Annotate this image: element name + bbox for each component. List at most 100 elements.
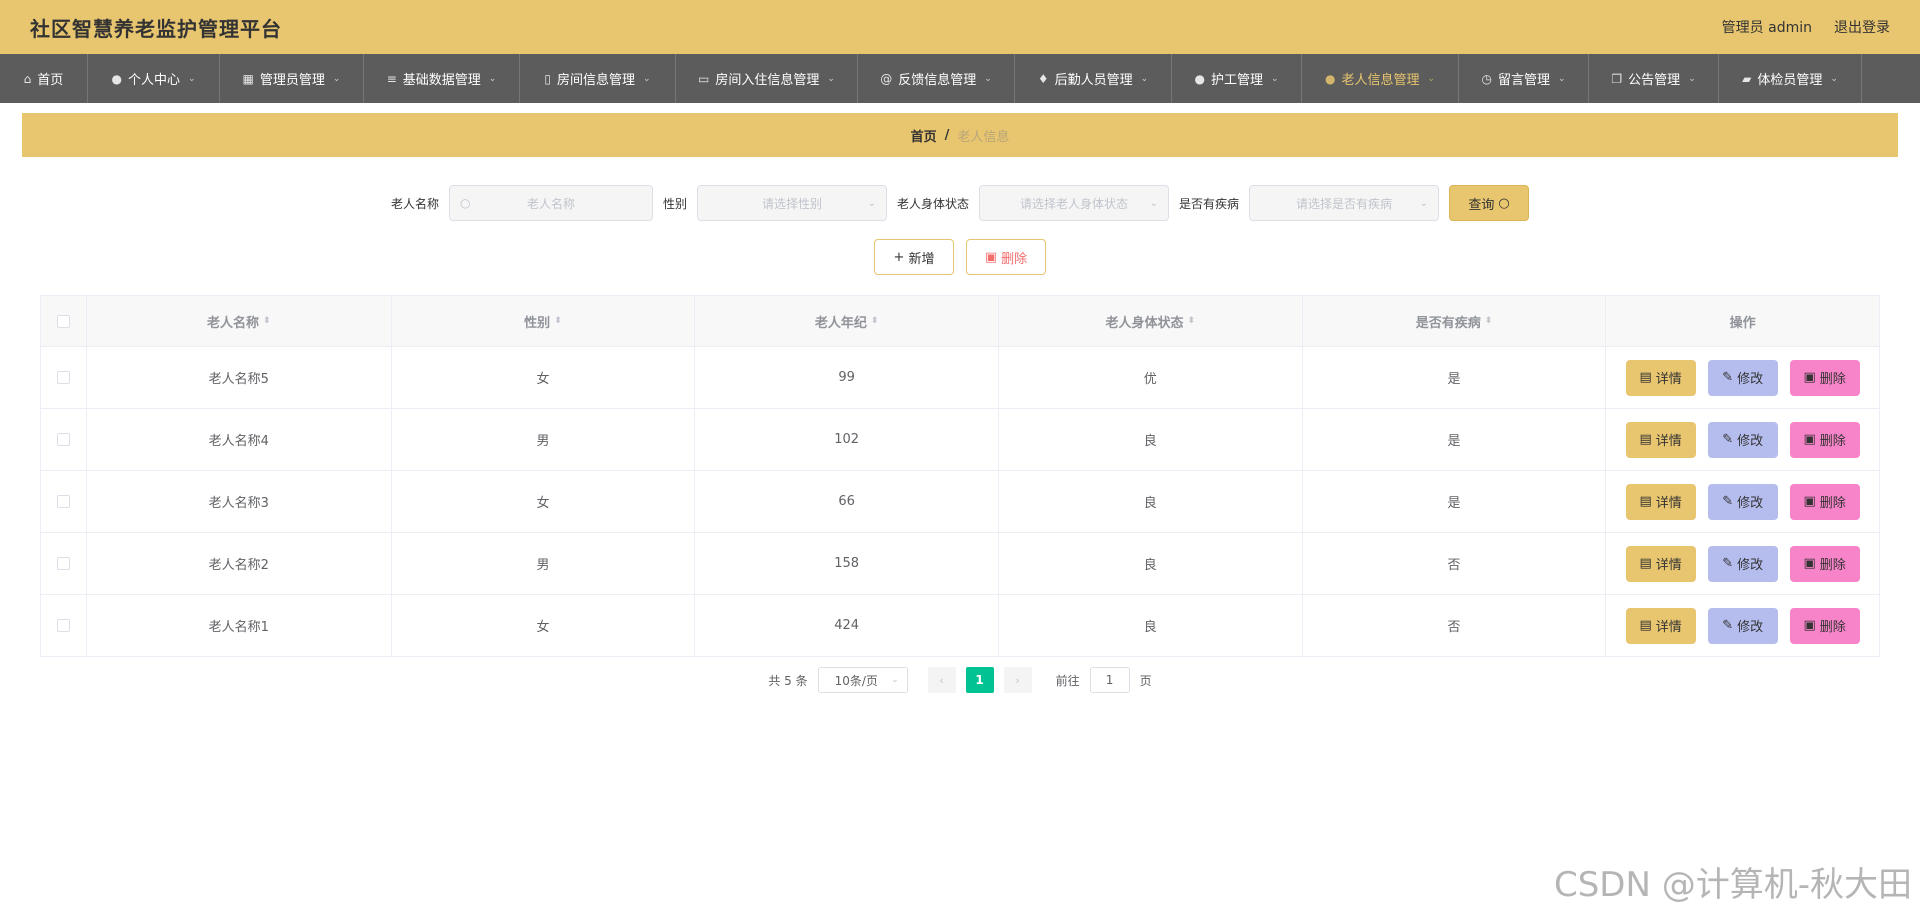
goto-label: 前往: [1055, 673, 1080, 688]
detail-button[interactable]: ▤ 详情: [1625, 483, 1696, 520]
detail-button[interactable]: ▤ 详情: [1625, 421, 1696, 458]
cell-gender: 女: [392, 471, 696, 532]
disease-select[interactable]: 请选择是否有疾病 ⌄: [1249, 185, 1440, 221]
search-icon: ○: [1498, 195, 1510, 211]
add-button[interactable]: + 新增: [874, 239, 954, 275]
delete-button[interactable]: ▣ 删除: [1789, 359, 1860, 396]
search-icon: ○: [459, 196, 471, 210]
detail-button[interactable]: ▤ 详情: [1625, 359, 1696, 396]
nav-item-logistics[interactable]: ♦ 后勤人员管理 ⌄: [1015, 54, 1172, 103]
row-checkbox[interactable]: [56, 557, 70, 570]
select-all-checkbox[interactable]: [56, 314, 70, 328]
nav-label: 公告管理: [1628, 73, 1681, 88]
edit-button[interactable]: ✎ 修改: [1707, 359, 1778, 396]
edit-label: 修改: [1737, 372, 1764, 387]
name-placeholder: 老人名称: [526, 196, 575, 211]
delete-button[interactable]: ▣ 删除: [1789, 545, 1860, 582]
edit-label: 修改: [1737, 558, 1764, 573]
sort-icon: ⬍: [1484, 315, 1493, 326]
page-suffix: 页: [1139, 673, 1152, 688]
logout-link[interactable]: 退出登录: [1834, 17, 1890, 37]
main-nav: ⌂ 首页 ● 个人中心 ⌄ ▦ 管理员管理 ⌄ ≡ 基础数据管理 ⌄ ▯ 房间信…: [0, 54, 1920, 103]
row-checkbox[interactable]: [56, 371, 70, 384]
detail-button[interactable]: ▤ 详情: [1625, 607, 1696, 644]
nav-item-admin[interactable]: ▦ 管理员管理 ⌄: [220, 54, 364, 103]
nav-item-elder-info[interactable]: ● 老人信息管理 ⌄: [1302, 54, 1459, 103]
col-name[interactable]: 老人名称 ⬍: [87, 296, 392, 346]
cell-disease: 是: [1303, 347, 1607, 408]
cell-gender: 男: [392, 533, 696, 594]
nav-item-room-checkin[interactable]: ▭ 房间入住信息管理 ⌄: [676, 54, 858, 103]
row-checkbox-cell: [41, 347, 87, 408]
detail-label: 详情: [1655, 434, 1682, 449]
pagination: 共 5 条 10条/页 ⌄ ‹ 1 › 前往 1 页: [22, 666, 1898, 694]
goto-page-input[interactable]: 1: [1089, 667, 1130, 693]
nav-label: 护工管理: [1210, 73, 1263, 88]
col-actions: 操作: [1606, 296, 1879, 346]
batch-delete-button[interactable]: ▣ 删除: [966, 239, 1046, 275]
prev-page-button[interactable]: ‹: [927, 667, 956, 693]
edit-button[interactable]: ✎ 修改: [1707, 607, 1778, 644]
top-header: 社区智慧养老监护管理平台 管理员 admin 退出登录: [0, 0, 1920, 54]
delete-button[interactable]: ▣ 删除: [1789, 421, 1860, 458]
add-label: 新增: [908, 251, 935, 267]
document-icon: ▤: [1639, 432, 1652, 447]
nav-label: 房间信息管理: [557, 73, 636, 88]
cell-health: 良: [999, 471, 1303, 532]
disease-placeholder: 请选择是否有疾病: [1296, 196, 1393, 211]
name-search-input[interactable]: ○ 老人名称: [448, 185, 653, 221]
copy-icon: ❐: [1611, 71, 1623, 86]
nav-item-profile[interactable]: ● 个人中心 ⌄: [88, 54, 220, 103]
sort-icon: ⬍: [554, 315, 562, 326]
cell-health: 良: [999, 533, 1303, 594]
nav-item-feedback[interactable]: @ 反馈信息管理 ⌄: [858, 54, 1015, 103]
health-select[interactable]: 请选择老人身体状态 ⌄: [979, 185, 1170, 221]
nav-label: 基础数据管理: [402, 73, 481, 88]
col-disease[interactable]: 是否有疾病 ⬍: [1303, 296, 1607, 346]
elder-table: 老人名称 ⬍ 性别 ⬍ 老人年纪 ⬍ 老人身体状态 ⬍ 是否有疾病 ⬍ 操作 老人名称5 …: [40, 295, 1880, 657]
document-icon: ▤: [1639, 370, 1652, 385]
col-health[interactable]: 老人身体状态 ⬍: [999, 296, 1303, 346]
row-checkbox[interactable]: [56, 495, 70, 508]
next-page-button[interactable]: ›: [1003, 667, 1032, 693]
edit-button[interactable]: ✎ 修改: [1707, 545, 1778, 582]
chevron-down-icon: ⌄: [1149, 197, 1159, 209]
edit-label: 修改: [1737, 620, 1764, 635]
chevron-down-icon: ⌄: [891, 675, 899, 685]
nav-label: 后勤人员管理: [1054, 73, 1133, 88]
edit-button[interactable]: ✎ 修改: [1707, 483, 1778, 520]
col-age[interactable]: 老人年纪 ⬍: [695, 296, 999, 346]
search-form: 老人名称 ○ 老人名称 性别 请选择性别 ⌄ 老人身体状态 请选择老人身体状态 …: [22, 185, 1898, 221]
current-user: 管理员 admin: [1721, 20, 1812, 36]
delete-button[interactable]: ▣ 删除: [1789, 483, 1860, 520]
nav-label: 管理员管理: [259, 73, 325, 88]
edit-button[interactable]: ✎ 修改: [1707, 421, 1778, 458]
page-size-select[interactable]: 10条/页 ⌄: [817, 667, 908, 693]
breadcrumb-home[interactable]: 首页: [911, 126, 937, 145]
chevron-down-icon: ⌄: [1270, 73, 1279, 84]
chevron-down-icon: ⌄: [332, 73, 341, 84]
query-button[interactable]: 查询 ○: [1449, 185, 1530, 221]
nav-item-basic-data[interactable]: ≡ 基础数据管理 ⌄: [364, 54, 520, 103]
trash-icon: ▣: [1803, 494, 1816, 509]
person-icon: ●: [1194, 71, 1205, 86]
total-count: 共 5 条: [768, 673, 808, 688]
gender-select[interactable]: 请选择性别 ⌄: [697, 185, 887, 221]
nav-item-caregiver[interactable]: ● 护工管理 ⌄: [1172, 54, 1302, 103]
grid-icon: ▦: [242, 71, 254, 86]
nav-item-notice[interactable]: ❐ 公告管理 ⌄: [1589, 54, 1719, 103]
table-header: 老人名称 ⬍ 性别 ⬍ 老人年纪 ⬍ 老人身体状态 ⬍ 是否有疾病 ⬍ 操作: [41, 296, 1879, 346]
nav-item-home[interactable]: ⌂ 首页: [0, 54, 88, 103]
chevron-down-icon: ⌄: [187, 73, 196, 84]
nav-item-checkup[interactable]: ▰ 体检员管理 ⌄: [1719, 54, 1862, 103]
page-number-current[interactable]: 1: [965, 667, 994, 693]
col-gender[interactable]: 性别 ⬍: [392, 296, 696, 346]
nav-item-message[interactable]: ◷ 留言管理 ⌄: [1459, 54, 1589, 103]
row-checkbox[interactable]: [56, 433, 70, 446]
col-label: 老人身体状态: [1105, 315, 1184, 331]
delete-button[interactable]: ▣ 删除: [1789, 607, 1860, 644]
row-checkbox[interactable]: [56, 619, 70, 632]
detail-button[interactable]: ▤ 详情: [1625, 545, 1696, 582]
nav-label: 个人中心: [127, 73, 180, 88]
nav-item-room-info[interactable]: ▯ 房间信息管理 ⌄: [520, 54, 676, 103]
